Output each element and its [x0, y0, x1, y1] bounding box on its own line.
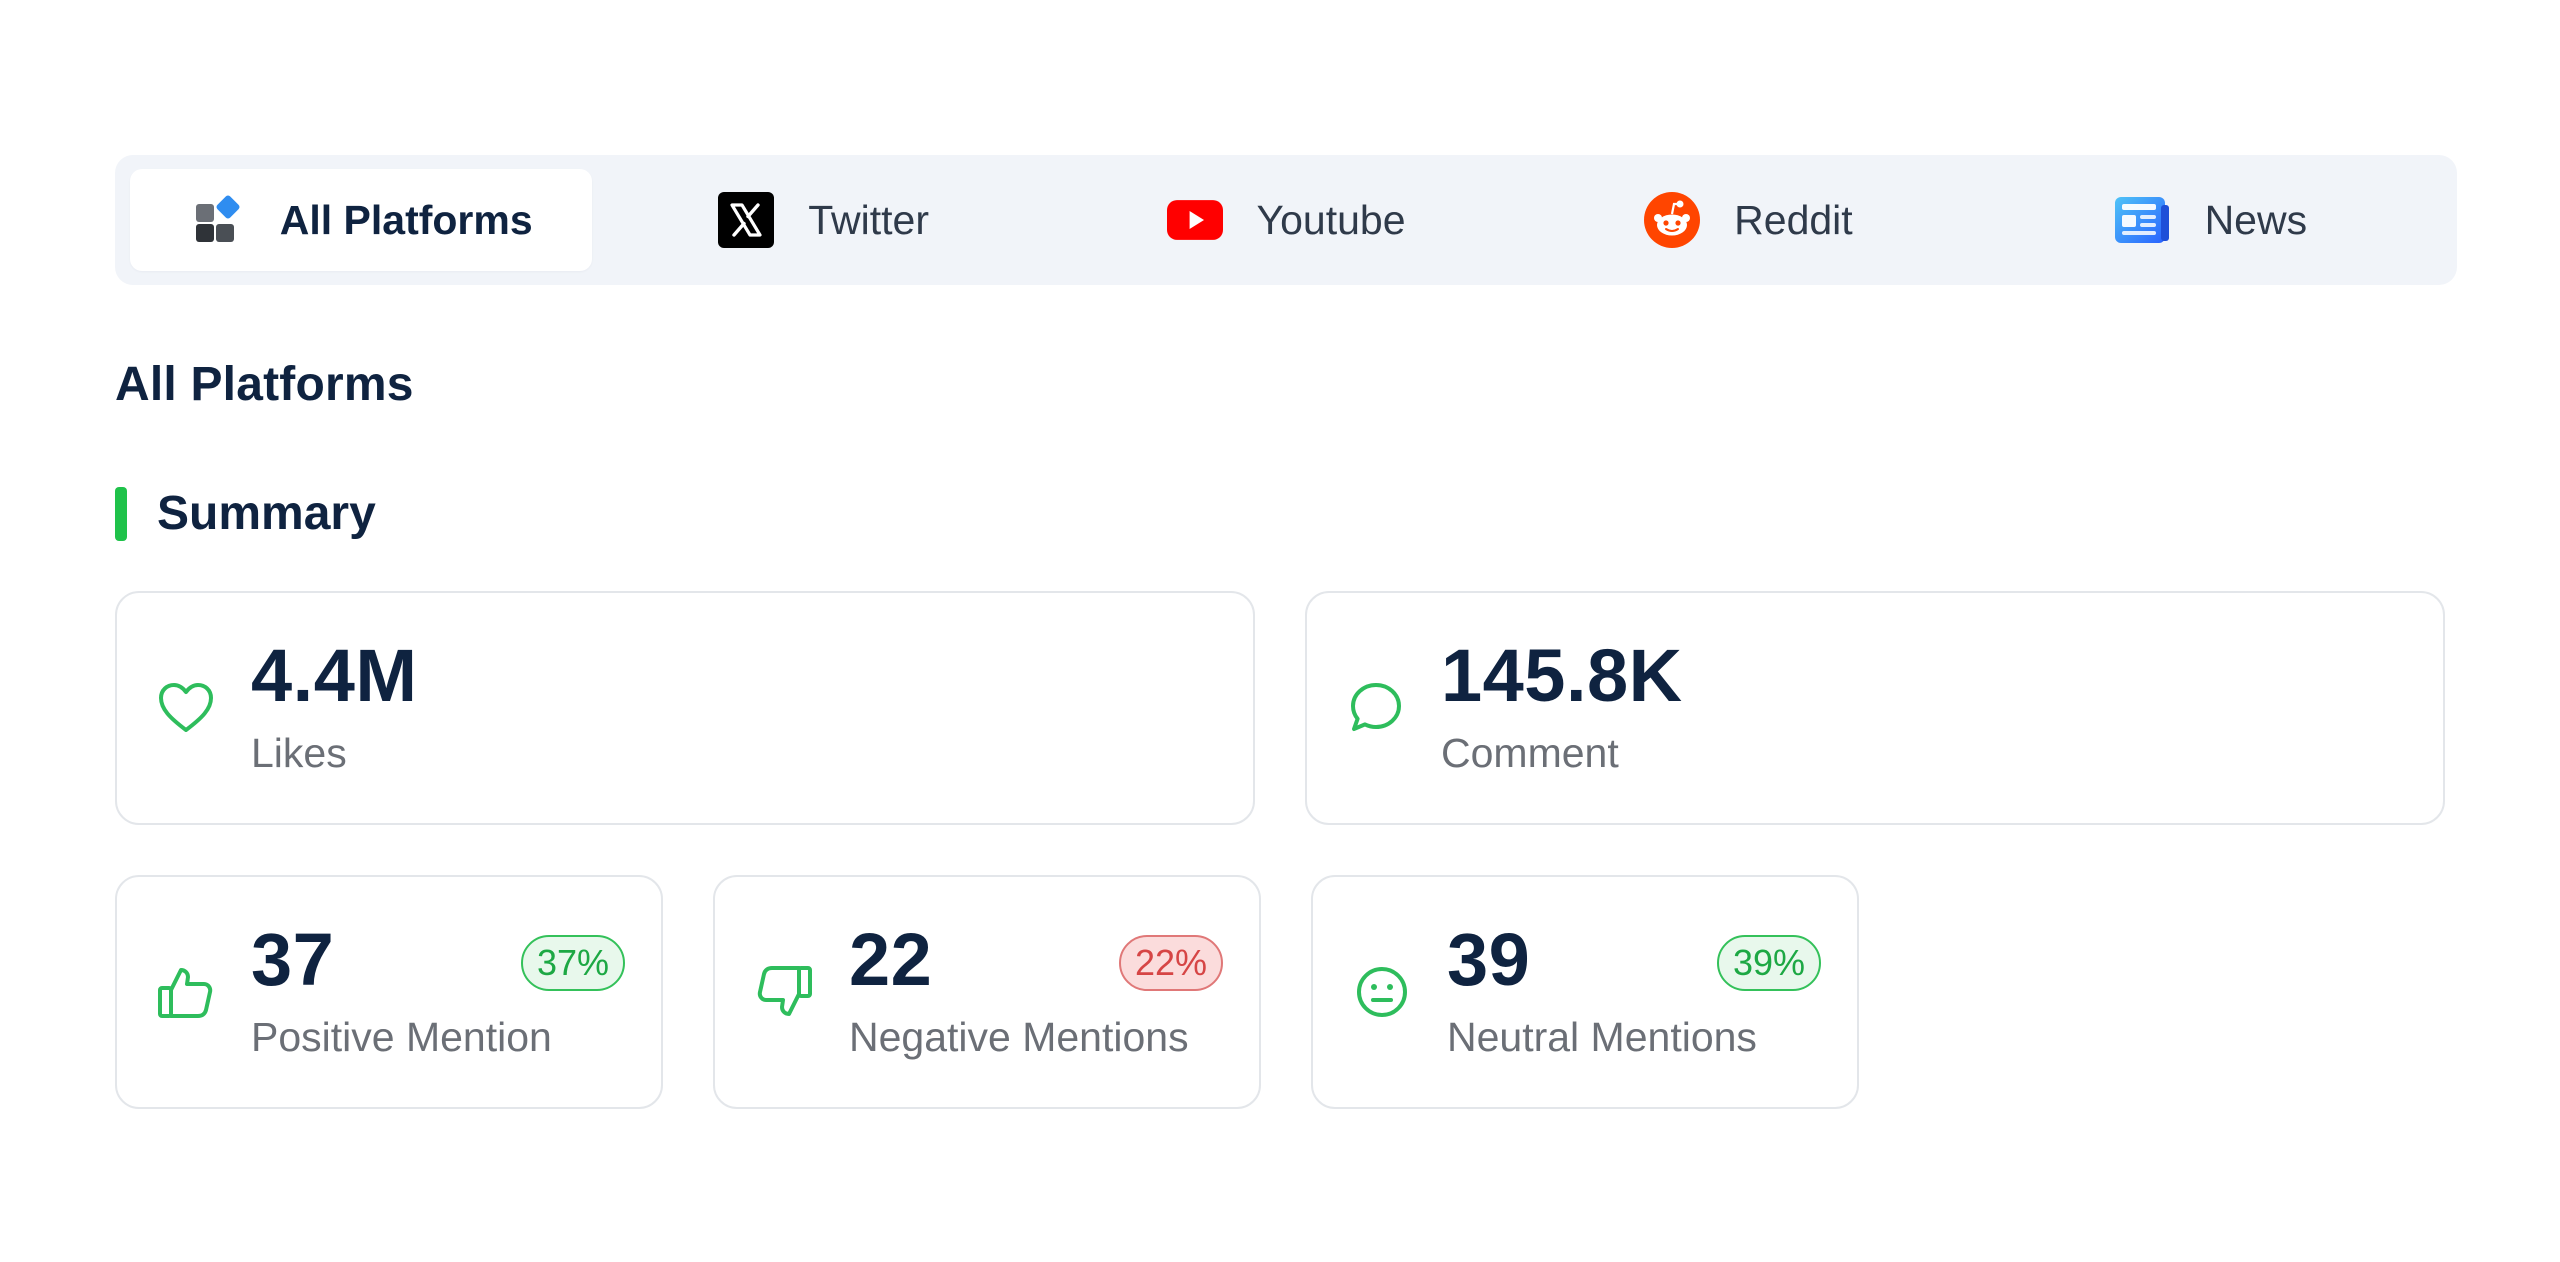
negative-label: Negative Mentions [849, 1014, 1189, 1061]
summary-title: Summary [157, 487, 376, 540]
page-title: All Platforms [115, 358, 414, 411]
neutral-mentions-card: 39 Neutral Mentions 39% [1311, 875, 1859, 1109]
likes-card: 4.4M Likes [115, 591, 1255, 825]
x-twitter-icon [718, 192, 775, 248]
positive-mention-card: 37 Positive Mention 37% [115, 875, 663, 1109]
thumbs-up-icon [155, 961, 217, 1023]
positive-label: Positive Mention [251, 1014, 552, 1061]
card-body: 145.8K Comment [1441, 639, 1683, 776]
summary-heading: Summary [115, 486, 2445, 541]
negative-mentions-card: 22 Negative Mentions 22% [713, 875, 1261, 1109]
comment-label: Comment [1441, 730, 1619, 777]
thumbs-down-icon [753, 961, 815, 1023]
negative-percent-badge: 22% [1118, 935, 1223, 991]
positive-percent-badge: 37% [520, 935, 625, 991]
tab-all-platforms[interactable]: All Platforms [130, 169, 593, 271]
tab-label: Reddit [1734, 196, 1853, 243]
card-body: 37 Positive Mention [251, 923, 552, 1060]
tab-twitter[interactable]: Twitter [592, 169, 1054, 271]
tab-label: Twitter [808, 196, 929, 243]
likes-value: 4.4M [251, 634, 418, 718]
neutral-percent-badge: 39% [1716, 935, 1821, 991]
comment-card: 145.8K Comment [1305, 591, 2445, 825]
tab-youtube[interactable]: Youtube [1055, 169, 1517, 271]
neutral-label: Neutral Mentions [1447, 1014, 1757, 1061]
page: All Platforms Twitter Youtube Reddit New… [0, 0, 2560, 1262]
card-body: 4.4M Likes [251, 639, 418, 776]
all-platforms-icon [190, 192, 246, 248]
positive-value: 37 [251, 918, 335, 1002]
tab-reddit[interactable]: Reddit [1517, 169, 1979, 271]
tab-label: Youtube [1256, 196, 1406, 243]
tab-news[interactable]: News [1980, 169, 2442, 271]
tab-label: News [2204, 196, 2308, 243]
heart-icon [155, 677, 217, 739]
comment-icon [1345, 677, 1407, 739]
platform-tabs: All Platforms Twitter Youtube Reddit New… [115, 155, 2457, 285]
youtube-icon [1166, 192, 1223, 248]
comment-value: 145.8K [1441, 634, 1683, 718]
neutral-face-icon [1351, 961, 1413, 1023]
summary-big-row: 4.4M Likes 145.8K Comment [115, 591, 2445, 825]
neutral-value: 39 [1447, 918, 1531, 1002]
news-icon [2114, 192, 2171, 248]
tab-label: All Platforms [279, 196, 533, 243]
card-body: 39 Neutral Mentions [1447, 923, 1757, 1060]
likes-label: Likes [251, 730, 347, 777]
summary-small-row: 37 Positive Mention 37% 22 Negative Ment… [115, 875, 2445, 1109]
accent-bar [115, 486, 127, 541]
reddit-icon [1644, 192, 1701, 248]
